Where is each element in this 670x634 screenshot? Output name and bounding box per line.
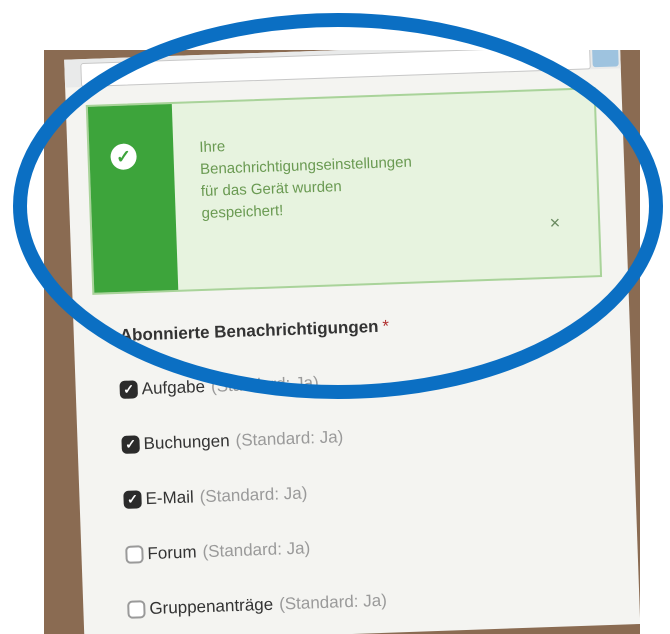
option-default: (Standard: Ja) bbox=[278, 590, 388, 614]
checkbox-gruppenantraege[interactable] bbox=[127, 600, 146, 619]
top-input-field[interactable] bbox=[80, 50, 591, 88]
option-default: (Standard: Ja) bbox=[210, 373, 320, 396]
option-label: Gruppenanträge bbox=[149, 594, 274, 619]
success-alert: ✓ Ihre Benachrichtigungseinstellungen fü… bbox=[85, 87, 603, 295]
checkbox-forum[interactable] bbox=[125, 545, 144, 564]
close-icon[interactable]: × bbox=[549, 212, 560, 233]
option-aufgabe[interactable]: ✓ Aufgabe (Standard: Ja) bbox=[119, 371, 319, 402]
option-label: Buchungen bbox=[143, 431, 230, 454]
option-email[interactable]: ✓ E-Mail (Standard: Ja) bbox=[123, 481, 308, 511]
alert-message: Ihre Benachrichtigungseinstellungen für … bbox=[199, 138, 413, 222]
option-label: E-Mail bbox=[145, 487, 195, 509]
required-marker: * bbox=[382, 316, 390, 336]
phone-screen: ✓ Ihre Benachrichtigungseinstellungen fü… bbox=[64, 50, 640, 634]
section-title-text: Abonnierte Benachrichtigungen bbox=[119, 316, 379, 345]
option-label: Aufgabe bbox=[141, 376, 206, 399]
option-label: Forum bbox=[147, 542, 197, 564]
screenshot-stage: ✓ Ihre Benachrichtigungseinstellungen fü… bbox=[0, 0, 670, 634]
option-forum[interactable]: Forum (Standard: Ja) bbox=[125, 536, 311, 566]
option-gruppenantraege[interactable]: Gruppenanträge (Standard: Ja) bbox=[127, 589, 387, 622]
checkbox-email[interactable]: ✓ bbox=[123, 490, 142, 509]
option-default: (Standard: Ja) bbox=[199, 483, 308, 507]
checkbox-aufgabe[interactable]: ✓ bbox=[119, 380, 139, 399]
option-default: (Standard: Ja) bbox=[202, 538, 311, 562]
section-title: Abonnierte Benachrichtigungen * bbox=[119, 317, 389, 346]
top-action-button[interactable] bbox=[591, 50, 619, 68]
top-toolbar bbox=[64, 50, 621, 88]
checkbox-buchungen[interactable]: ✓ bbox=[121, 435, 140, 454]
phone-photo: ✓ Ihre Benachrichtigungseinstellungen fü… bbox=[44, 50, 640, 634]
alert-icon-bar: ✓ bbox=[87, 103, 179, 293]
option-buchungen[interactable]: ✓ Buchungen (Standard: Ja) bbox=[121, 425, 344, 457]
option-default: (Standard: Ja) bbox=[235, 427, 344, 450]
check-circle-icon: ✓ bbox=[110, 143, 138, 171]
